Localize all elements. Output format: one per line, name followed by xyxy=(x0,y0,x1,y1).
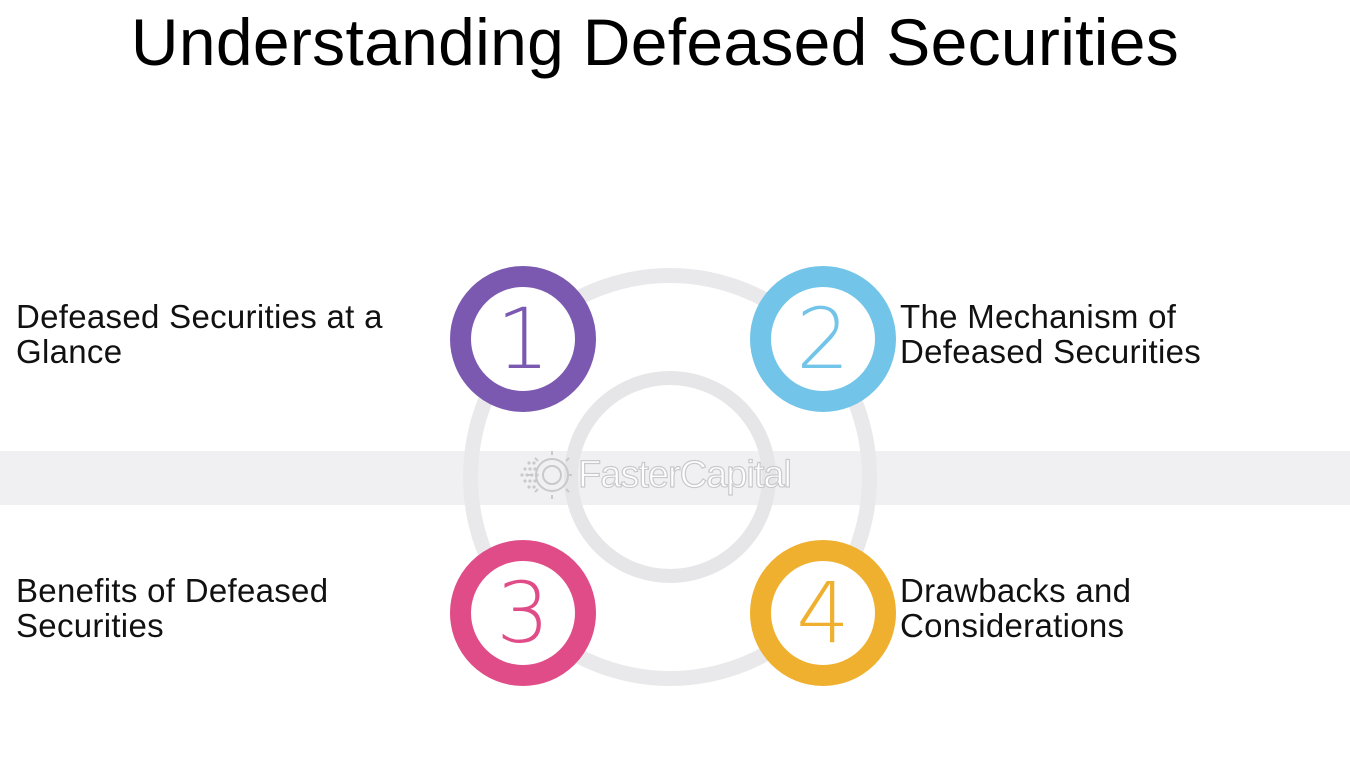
watermark-text: FasterCapital xyxy=(577,453,792,496)
watermark-logo: FasterCapital xyxy=(518,448,818,502)
step-1-badge: 1 xyxy=(450,266,596,412)
step-2-label-line1: The Mechanism of xyxy=(900,298,1177,335)
step-4-label: Drawbacks and Considerations xyxy=(900,573,1131,643)
step-3-label-line1: Benefits of Defeased xyxy=(16,572,329,609)
step-2-label-line2: Defeased Securities xyxy=(900,333,1202,370)
step-4-label-line2: Considerations xyxy=(900,607,1125,644)
step-3-label: Benefits of Defeased Securities xyxy=(16,573,328,643)
step-1-number: 1 xyxy=(496,290,550,388)
step-2-label: The Mechanism of Defeased Securities xyxy=(900,299,1201,369)
step-2-number: 2 xyxy=(796,290,850,388)
step-3-badge: 3 xyxy=(450,540,596,686)
step-1-label-line1: Defeased Securities at a xyxy=(16,298,383,335)
step-3-label-line2: Securities xyxy=(16,607,164,644)
step-1-label-line2: Glance xyxy=(16,333,123,370)
step-4-number: 4 xyxy=(796,564,850,662)
step-1-label: Defeased Securities at a Glance xyxy=(16,299,383,369)
fastercapital-gear-icon xyxy=(520,451,572,499)
step-4-label-line1: Drawbacks and xyxy=(900,572,1132,609)
step-3-number: 3 xyxy=(496,564,550,662)
step-4-badge: 4 xyxy=(750,540,896,686)
page-title: Understanding Defeased Securities xyxy=(130,5,1180,79)
step-2-badge: 2 xyxy=(750,266,896,412)
